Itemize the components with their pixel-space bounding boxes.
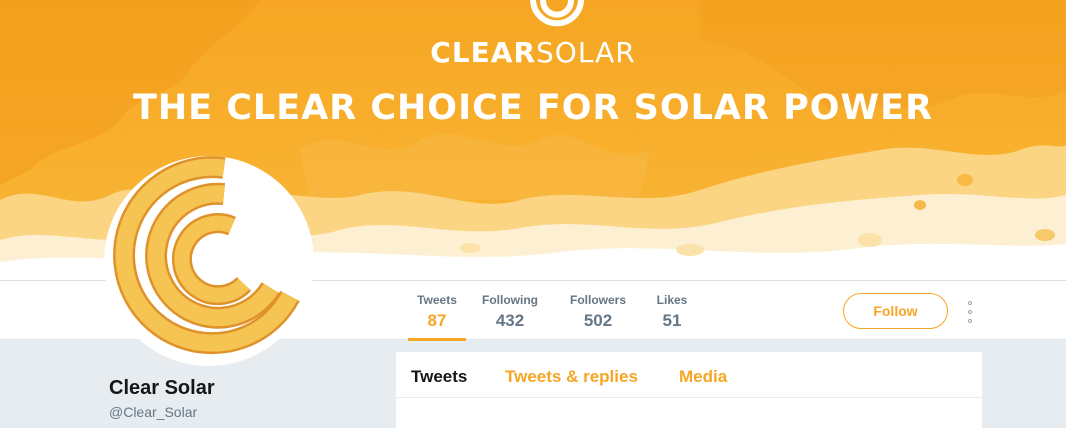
profile-handle[interactable]: @Clear_Solar xyxy=(109,404,197,420)
profile-name[interactable]: Clear Solar xyxy=(109,377,215,400)
brand-wordmark-bold: CLEAR xyxy=(430,36,537,69)
stat-value: 502 xyxy=(583,311,613,330)
stat-label: Followers xyxy=(569,293,626,307)
follow-button[interactable]: Follow xyxy=(843,293,948,329)
clear-solar-logo-icon xyxy=(113,156,300,355)
stat-label: Likes xyxy=(656,293,688,307)
stat-value: 432 xyxy=(495,311,525,330)
timeline-tabs: Tweets Tweets & replies Media xyxy=(396,352,982,398)
stat-value: 51 xyxy=(662,311,682,330)
timeline-panel: Tweets Tweets & replies Media xyxy=(395,351,983,428)
brand-wordmark-thin: SOLAR xyxy=(536,36,636,69)
stat-following[interactable]: Following 432 xyxy=(480,293,540,331)
stat-label: Tweets xyxy=(417,293,457,307)
banner-tagline: THE CLEAR CHOICE FOR SOLAR POWER xyxy=(132,88,934,128)
stat-followers[interactable]: Followers 502 xyxy=(566,293,630,331)
stat-label: Following xyxy=(482,293,538,307)
vertical-dots-icon[interactable] xyxy=(964,301,976,323)
stat-likes[interactable]: Likes 51 xyxy=(654,293,690,331)
stat-tweets[interactable]: Tweets 87 xyxy=(408,293,466,341)
brand-logo-icon xyxy=(530,0,584,27)
tab-tweets-and-replies[interactable]: Tweets & replies xyxy=(505,367,638,387)
tab-tweets[interactable]: Tweets xyxy=(411,367,467,387)
avatar[interactable] xyxy=(104,156,314,366)
brand-wordmark: CLEARSOLAR xyxy=(0,36,1066,69)
tab-media[interactable]: Media xyxy=(679,367,727,387)
stat-value: 87 xyxy=(427,311,447,330)
